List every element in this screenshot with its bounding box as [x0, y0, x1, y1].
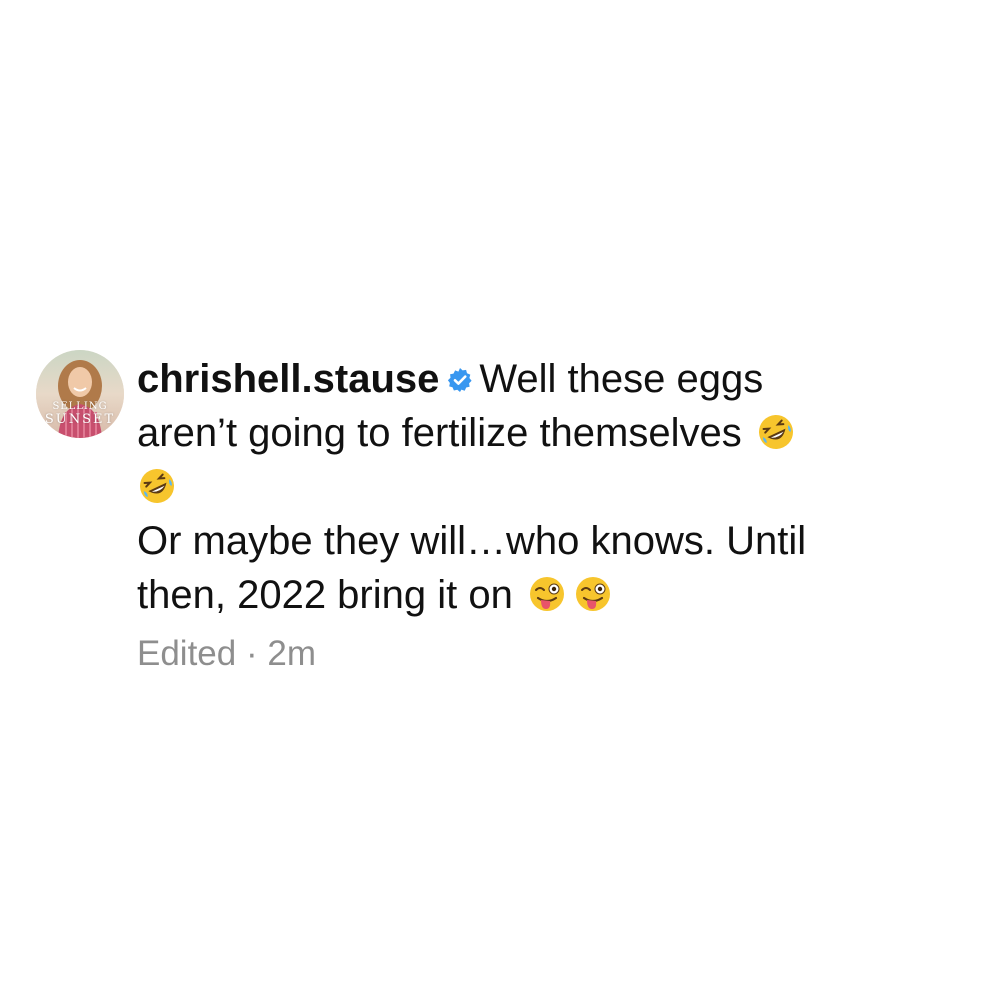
comment-meta: Edited · 2m — [137, 634, 937, 674]
timestamp: 2m — [267, 634, 316, 673]
avatar-text-line1: SELLING — [52, 401, 108, 412]
username-link[interactable]: chrishell.stause — [137, 357, 439, 401]
comment-line-4: Or maybe they will…who knows. Until — [137, 519, 807, 563]
edited-label: Edited — [137, 634, 237, 673]
comment-line-5: then, 2022 bring it on — [137, 573, 513, 617]
comment-line-2: aren’t going to fertilize themselves — [137, 411, 742, 455]
rolling-on-floor-laughing-emoji-icon — [137, 466, 177, 506]
comment-body: chrishell.stause Well these eggs aren’t go… — [137, 350, 937, 674]
rolling-on-floor-laughing-emoji-icon — [756, 412, 796, 452]
avatar-caption: SELLING SUNSET — [38, 401, 122, 427]
comment-line-1: Well these eggs — [479, 357, 764, 401]
verified-badge-icon — [447, 353, 473, 392]
winking-face-with-tongue-emoji-icon — [573, 574, 613, 614]
avatar-text-line2: SUNSET — [44, 412, 116, 427]
meta-separator: · — [245, 634, 258, 673]
comment-text: chrishell.stause Well these eggs aren’t go… — [137, 350, 937, 622]
avatar[interactable]: SELLING SUNSET — [36, 350, 124, 438]
winking-face-with-tongue-emoji-icon — [527, 574, 567, 614]
